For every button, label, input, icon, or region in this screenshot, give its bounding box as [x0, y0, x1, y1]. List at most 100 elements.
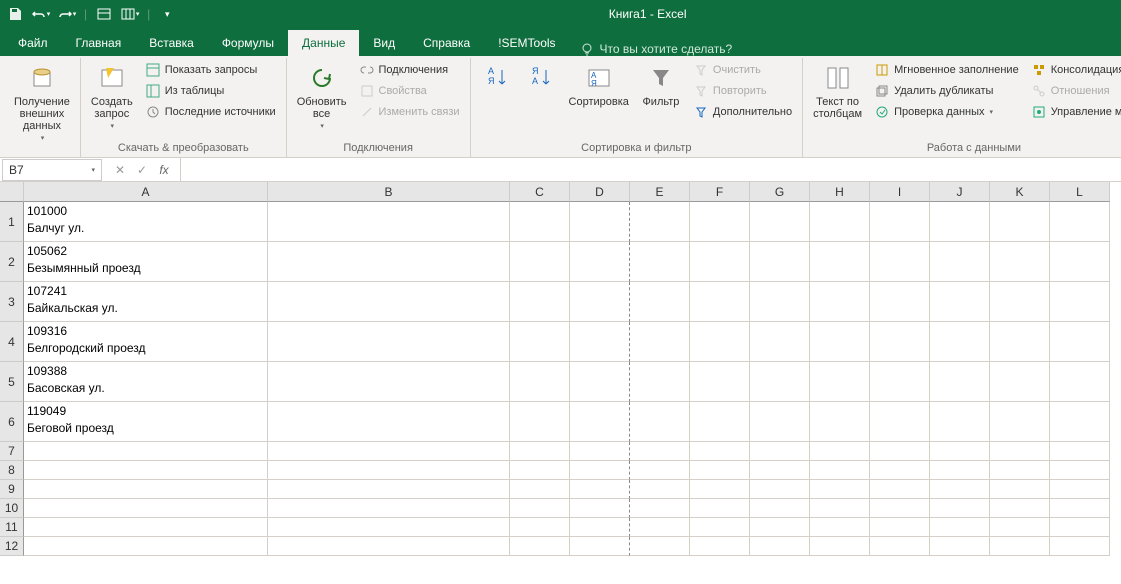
cell[interactable]: [990, 499, 1050, 518]
tab-semtools[interactable]: !SEMTools: [484, 30, 569, 56]
cell[interactable]: [510, 322, 570, 362]
cell[interactable]: [570, 480, 630, 499]
cell[interactable]: [630, 242, 690, 282]
cell[interactable]: [990, 518, 1050, 537]
undo-icon[interactable]: ▾: [30, 3, 52, 25]
cell[interactable]: [750, 537, 810, 556]
column-header[interactable]: C: [510, 182, 570, 202]
cell[interactable]: [1050, 537, 1110, 556]
name-box[interactable]: B7▾: [2, 159, 102, 181]
cell[interactable]: [690, 537, 750, 556]
cell[interactable]: [990, 362, 1050, 402]
tab-formulas[interactable]: Формулы: [208, 30, 288, 56]
cell[interactable]: [570, 442, 630, 461]
cell[interactable]: [630, 282, 690, 322]
sort-za-button[interactable]: ЯА: [521, 60, 561, 140]
cell[interactable]: [1050, 480, 1110, 499]
cell[interactable]: [750, 480, 810, 499]
cell[interactable]: [630, 537, 690, 556]
cell[interactable]: [510, 282, 570, 322]
cell[interactable]: [990, 480, 1050, 499]
select-all-corner[interactable]: [0, 182, 24, 202]
cell[interactable]: [570, 282, 630, 322]
qat-custom1-icon[interactable]: [93, 3, 115, 25]
cell[interactable]: [24, 461, 268, 480]
cell[interactable]: [810, 322, 870, 362]
column-header[interactable]: K: [990, 182, 1050, 202]
cell[interactable]: [750, 518, 810, 537]
cell[interactable]: [1050, 499, 1110, 518]
cell[interactable]: [930, 461, 990, 480]
cell[interactable]: [690, 402, 750, 442]
column-header[interactable]: E: [630, 182, 690, 202]
cell[interactable]: [990, 402, 1050, 442]
cell[interactable]: [570, 518, 630, 537]
cell[interactable]: [870, 362, 930, 402]
cell[interactable]: [930, 402, 990, 442]
cell[interactable]: [930, 242, 990, 282]
tab-insert[interactable]: Вставка: [135, 30, 208, 56]
cell[interactable]: [1050, 461, 1110, 480]
new-query-button[interactable]: Создать запрос ▾: [87, 60, 137, 140]
cell[interactable]: [24, 442, 268, 461]
cell[interactable]: [870, 282, 930, 322]
cell[interactable]: [750, 362, 810, 402]
row-header[interactable]: 9: [0, 480, 24, 499]
cell[interactable]: 107241Байкальская ул.: [24, 282, 268, 322]
cell[interactable]: [690, 202, 750, 242]
row-header[interactable]: 4: [0, 322, 24, 362]
cell[interactable]: [810, 499, 870, 518]
cell[interactable]: [268, 402, 510, 442]
cell[interactable]: 109388Басовская ул.: [24, 362, 268, 402]
cell[interactable]: [690, 499, 750, 518]
cell[interactable]: [870, 518, 930, 537]
get-external-data-button[interactable]: Получение внешних данных ▾: [10, 60, 74, 152]
enter-icon[interactable]: ✓: [132, 160, 152, 180]
row-header[interactable]: 3: [0, 282, 24, 322]
cell[interactable]: [570, 242, 630, 282]
cell[interactable]: [510, 242, 570, 282]
cell[interactable]: [630, 362, 690, 402]
cell[interactable]: [268, 362, 510, 402]
row-header[interactable]: 10: [0, 499, 24, 518]
cell[interactable]: [870, 442, 930, 461]
cell[interactable]: [690, 518, 750, 537]
cell[interactable]: [810, 402, 870, 442]
cell[interactable]: [870, 499, 930, 518]
cell[interactable]: [750, 202, 810, 242]
cell[interactable]: 101000Балчуг ул.: [24, 202, 268, 242]
qat-custom2-icon[interactable]: ▾: [119, 3, 141, 25]
cell[interactable]: [630, 480, 690, 499]
remove-duplicates-button[interactable]: Удалить дубликаты: [870, 81, 1023, 101]
column-header[interactable]: F: [690, 182, 750, 202]
cell[interactable]: [990, 537, 1050, 556]
cell[interactable]: [24, 480, 268, 499]
cells-area[interactable]: 101000Балчуг ул.105062Безымянный проезд1…: [24, 202, 1110, 556]
row-header[interactable]: 2: [0, 242, 24, 282]
cell[interactable]: [810, 362, 870, 402]
cell[interactable]: [510, 442, 570, 461]
cell[interactable]: [990, 322, 1050, 362]
cell[interactable]: [268, 442, 510, 461]
column-header[interactable]: H: [810, 182, 870, 202]
cell[interactable]: [810, 202, 870, 242]
cell[interactable]: [1050, 402, 1110, 442]
cell[interactable]: [810, 537, 870, 556]
column-header[interactable]: B: [268, 182, 510, 202]
filter-button[interactable]: Фильтр: [637, 60, 685, 140]
save-icon[interactable]: [4, 3, 26, 25]
cell[interactable]: [690, 480, 750, 499]
cell[interactable]: [870, 537, 930, 556]
cell[interactable]: [930, 442, 990, 461]
cell[interactable]: [690, 282, 750, 322]
tab-data[interactable]: Данные: [288, 30, 359, 56]
cell[interactable]: [870, 242, 930, 282]
cell[interactable]: [930, 480, 990, 499]
cell[interactable]: [870, 480, 930, 499]
cell[interactable]: [570, 537, 630, 556]
advanced-filter-button[interactable]: Дополнительно: [689, 102, 796, 122]
column-header[interactable]: A: [24, 182, 268, 202]
cell[interactable]: [690, 362, 750, 402]
cell[interactable]: [690, 242, 750, 282]
cell[interactable]: [630, 499, 690, 518]
